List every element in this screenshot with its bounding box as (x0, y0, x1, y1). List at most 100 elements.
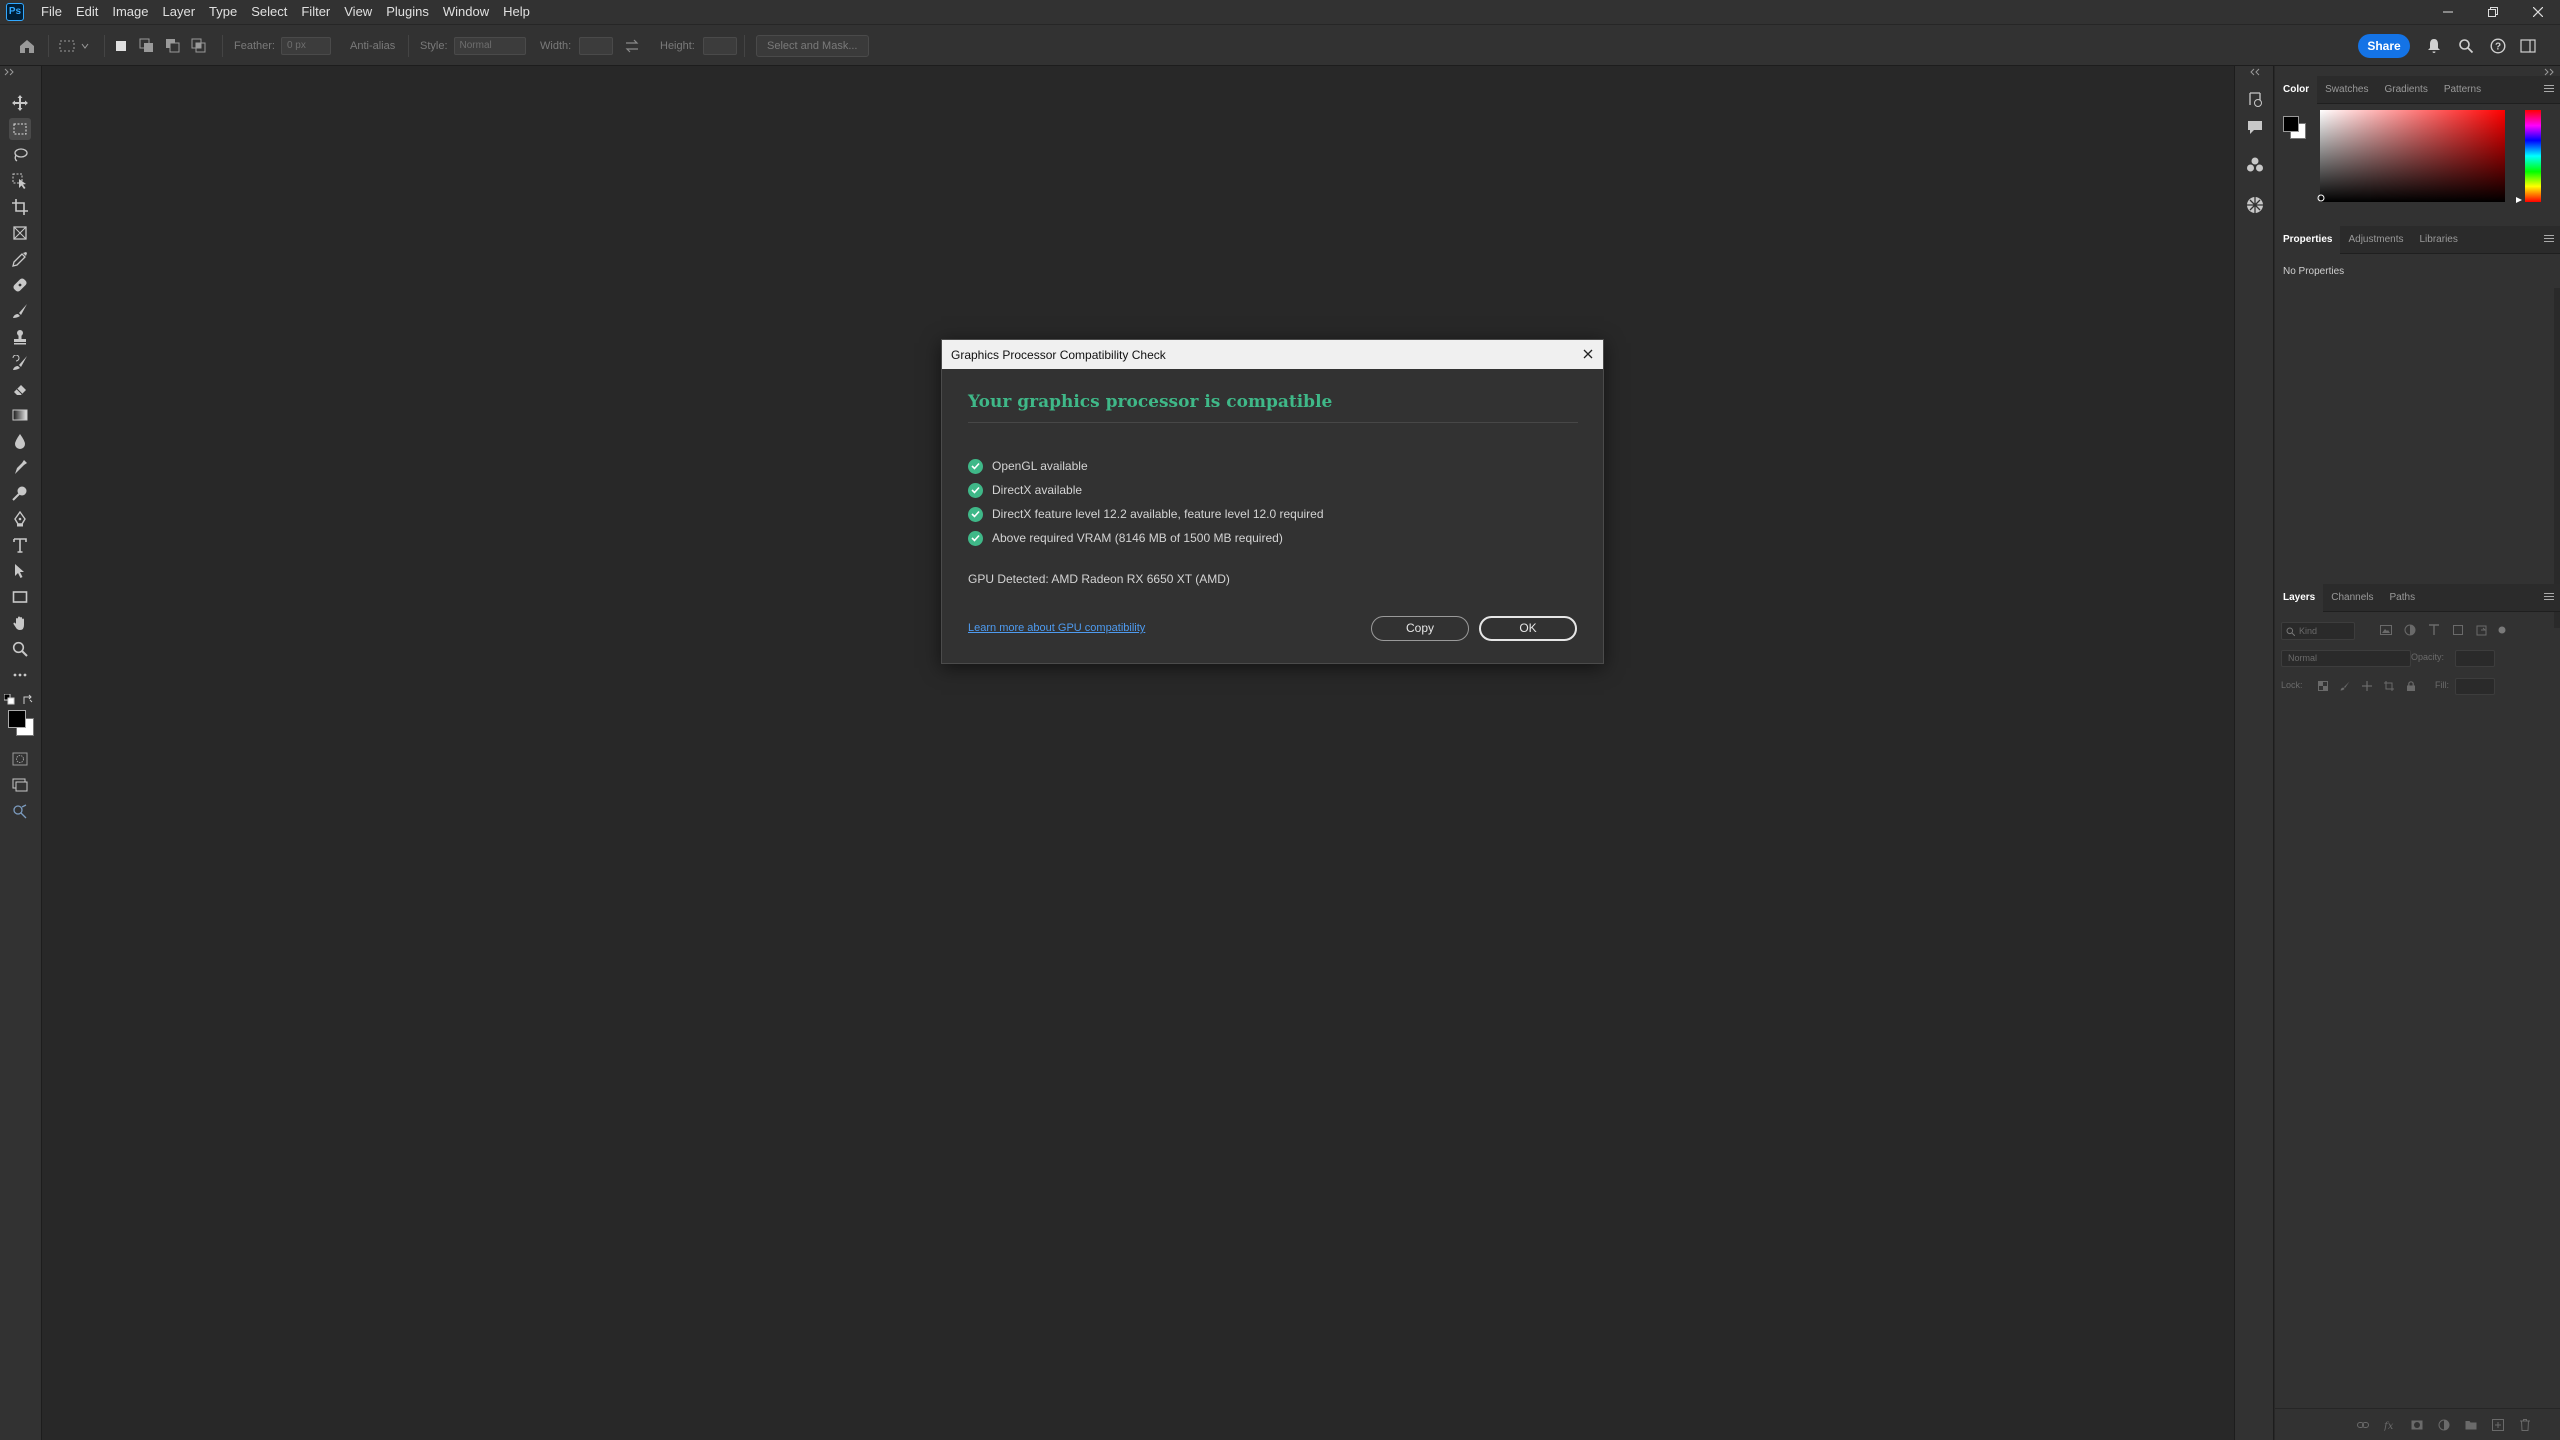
menu-plugins[interactable]: Plugins (379, 0, 436, 24)
tab-swatches[interactable]: Swatches (2317, 76, 2376, 104)
search-button[interactable] (2456, 36, 2476, 56)
color-picker-field[interactable] (2320, 110, 2505, 202)
pen-tool[interactable] (9, 508, 31, 530)
foreground-color-swatch[interactable] (8, 710, 26, 728)
swap-colors-icon[interactable] (22, 694, 34, 706)
screen-mode-button[interactable] (9, 774, 31, 796)
properties-scrollbar[interactable] (2554, 288, 2560, 628)
tab-patterns[interactable]: Patterns (2436, 76, 2489, 104)
clone-stamp-tool[interactable] (9, 326, 31, 348)
filter-toggle-button[interactable] (2494, 622, 2510, 638)
delete-layer-button[interactable] (2517, 1417, 2533, 1433)
menu-layer[interactable]: Layer (156, 0, 203, 24)
add-selection-icon[interactable] (139, 38, 155, 54)
collapse-panels-icon[interactable] (2544, 68, 2556, 76)
blur-tool[interactable] (9, 430, 31, 452)
healing-brush-tool[interactable] (9, 274, 31, 296)
menu-select[interactable]: Select (244, 0, 294, 24)
hue-slider-handle[interactable] (2515, 196, 2523, 204)
help-button[interactable]: ? (2488, 36, 2508, 56)
minimize-button[interactable] (2425, 0, 2470, 24)
add-mask-button[interactable] (2409, 1417, 2425, 1433)
menu-image[interactable]: Image (105, 0, 155, 24)
filter-smart-object-button[interactable] (2474, 622, 2490, 638)
history-panel-button[interactable] (2244, 88, 2266, 110)
menu-type[interactable]: Type (202, 0, 244, 24)
subtract-selection-icon[interactable] (165, 38, 181, 54)
share-button[interactable]: Share (2358, 34, 2410, 58)
ok-button[interactable]: OK (1479, 616, 1577, 641)
lock-image-button[interactable] (2337, 678, 2353, 694)
dodge-tool[interactable] (9, 482, 31, 504)
path-select-tool[interactable] (9, 560, 31, 582)
more-tools[interactable] (9, 664, 31, 686)
dialog-close-icon[interactable] (1581, 347, 1595, 361)
collapse-toolbar-icon[interactable] (4, 68, 16, 76)
move-tool[interactable] (9, 92, 31, 114)
new-layer-button[interactable] (2490, 1417, 2506, 1433)
rectangle-tool[interactable] (9, 586, 31, 608)
height-input[interactable] (702, 37, 737, 55)
menu-filter[interactable]: Filter (294, 0, 337, 24)
menu-help[interactable]: Help (496, 0, 537, 24)
smudge-tool[interactable] (9, 456, 31, 478)
tab-adjustments[interactable]: Adjustments (2340, 226, 2411, 254)
opacity-input[interactable] (2455, 650, 2495, 667)
width-input[interactable] (579, 37, 614, 55)
layer-filter-select[interactable]: Kind (2281, 622, 2355, 640)
intersect-selection-icon[interactable] (191, 38, 207, 54)
link-layers-button[interactable] (2355, 1417, 2371, 1433)
gradient-tool[interactable] (9, 404, 31, 426)
type-tool[interactable] (9, 534, 31, 556)
hand-tool[interactable] (9, 612, 31, 634)
brush-tool[interactable] (9, 300, 31, 322)
collapse-strip-icon[interactable] (2249, 68, 2261, 76)
quick-mask-button[interactable] (9, 748, 31, 770)
layers-panel-menu-icon[interactable] (2544, 593, 2554, 601)
object-select-tool[interactable] (9, 170, 31, 192)
eraser-tool[interactable] (9, 378, 31, 400)
menu-edit[interactable]: Edit (69, 0, 105, 24)
lock-all-button[interactable] (2403, 678, 2419, 694)
tab-properties[interactable]: Properties (2275, 225, 2341, 254)
lock-transparent-button[interactable] (2315, 678, 2331, 694)
comments-panel-button[interactable] (2244, 116, 2266, 138)
history-brush-tool[interactable] (9, 352, 31, 374)
filter-shape-button[interactable] (2450, 622, 2466, 638)
select-and-mask-button[interactable]: Select and Mask... (756, 35, 869, 57)
frame-tool[interactable] (9, 222, 31, 244)
learn-more-link[interactable]: Learn more about GPU compatibility (968, 622, 1145, 634)
tab-channels[interactable]: Channels (2323, 584, 2381, 612)
document-canvas[interactable] (42, 66, 2232, 1440)
tool-preset-picker[interactable] (58, 25, 90, 67)
style-select[interactable]: Normal (453, 37, 526, 55)
zoom-tool[interactable] (9, 638, 31, 660)
antialias-checkbox[interactable]: Anti-alias (350, 25, 395, 67)
new-selection-icon[interactable] (113, 38, 129, 54)
layer-style-button[interactable]: fx (2382, 1417, 2398, 1433)
discover-panel-button[interactable] (2244, 194, 2266, 216)
feather-input[interactable]: 0 px (280, 37, 331, 55)
swap-dimensions-button[interactable] (624, 25, 640, 67)
copy-button[interactable]: Copy (1371, 616, 1469, 641)
lasso-tool[interactable] (9, 144, 31, 166)
hue-slider[interactable] (2525, 110, 2541, 202)
new-adjustment-button[interactable] (2436, 1417, 2452, 1433)
crop-tool[interactable] (9, 196, 31, 218)
restore-button[interactable] (2470, 0, 2515, 24)
menu-view[interactable]: View (337, 0, 379, 24)
new-group-button[interactable] (2463, 1417, 2479, 1433)
default-colors-icon[interactable] (4, 694, 16, 706)
tab-paths[interactable]: Paths (2382, 584, 2424, 612)
fill-input[interactable] (2455, 678, 2495, 695)
color-panel-menu-icon[interactable] (2544, 85, 2554, 93)
notifications-button[interactable] (2424, 36, 2444, 56)
tab-layers[interactable]: Layers (2275, 583, 2324, 612)
close-window-button[interactable] (2515, 0, 2560, 24)
edit-toolbar-button[interactable] (9, 800, 31, 822)
workspace-button[interactable] (2518, 36, 2538, 56)
tab-gradients[interactable]: Gradients (2376, 76, 2435, 104)
properties-panel-menu-icon[interactable] (2544, 235, 2554, 243)
filter-adjustment-button[interactable] (2402, 622, 2418, 638)
eyedropper-tool[interactable] (9, 248, 31, 270)
